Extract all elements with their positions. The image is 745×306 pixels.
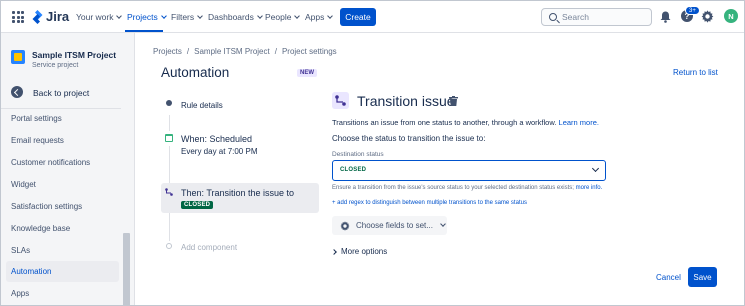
chevron-down-icon <box>591 164 600 173</box>
app-window: Jira Your work Projects Filters Dashboar… <box>0 0 745 306</box>
save-button[interactable]: Save <box>688 267 717 287</box>
app-name: Jira <box>46 9 70 24</box>
project-icon <box>11 50 25 64</box>
info-icon <box>166 100 172 106</box>
chevron-down-icon <box>440 221 446 227</box>
nav-label: Your work <box>76 12 114 22</box>
create-button[interactable]: Create <box>340 8 376 26</box>
chevron-down-icon <box>257 13 263 19</box>
breadcrumb-projects[interactable]: Projects <box>153 47 182 56</box>
trigger-title[interactable]: When: Scheduled <box>181 134 252 144</box>
sidebar-item-apps[interactable]: Apps <box>11 289 29 298</box>
user-avatar[interactable]: N <box>724 9 738 23</box>
active-nav-indicator <box>125 30 163 32</box>
sidebar-item-customer-notifications[interactable]: Customer notifications <box>11 158 90 167</box>
sidebar: Sample ITSM Project Service project Back… <box>1 33 135 305</box>
choose-status-label: Choose the status to transition the issu… <box>332 134 486 143</box>
chevron-down-icon <box>197 13 203 19</box>
more-options-toggle[interactable]: More options <box>331 247 388 256</box>
back-to-project-link[interactable]: Back to project <box>33 88 89 98</box>
action-title: Then: Transition the issue to <box>181 188 295 198</box>
detail-title: Transition issue <box>357 93 455 109</box>
detail-description: Transitions an issue from one status to … <box>332 118 599 127</box>
trigger-schedule: Every day at 7:00 PM <box>181 147 258 156</box>
nav-projects[interactable]: Projects <box>127 12 167 22</box>
destination-status-label: Destination status <box>332 151 384 158</box>
chevron-down-icon <box>294 13 301 19</box>
jira-logo-icon <box>32 9 43 24</box>
transition-hint: Ensure a transition from the issue's sou… <box>332 185 602 191</box>
search-input[interactable]: Search <box>541 8 652 26</box>
search-placeholder: Search <box>562 12 589 22</box>
sidebar-item-knowledge-base[interactable]: Knowledge base <box>11 224 70 233</box>
sidebar-item-slas[interactable]: SLAs <box>11 246 30 255</box>
destination-status-select[interactable]: CLOSED <box>332 160 606 181</box>
search-icon <box>549 13 557 21</box>
nav-dashboards[interactable]: Dashboards <box>208 12 263 22</box>
transition-icon <box>332 92 349 109</box>
back-arrow-icon[interactable] <box>11 86 23 98</box>
breadcrumb-project[interactable]: Sample ITSM Project <box>194 47 270 56</box>
status-lozenge: CLOSED <box>181 201 214 209</box>
breadcrumb-project-settings[interactable]: Project settings <box>282 47 337 56</box>
nav-label: Filters <box>171 12 195 22</box>
new-badge: NEW <box>297 69 317 77</box>
rule-details-link[interactable]: Rule details <box>181 101 223 110</box>
flow-connector <box>169 115 170 131</box>
page-title: Automation <box>161 65 230 80</box>
add-component-icon[interactable] <box>166 243 172 249</box>
nav-label: Dashboards <box>208 12 254 22</box>
learn-more-link[interactable]: Learn more. <box>559 118 599 127</box>
notification-badge: 3+ <box>685 6 700 15</box>
nav-filters[interactable]: Filters <box>171 12 203 22</box>
sidebar-item-widget[interactable]: Widget <box>11 180 36 189</box>
sidebar-item-automation[interactable]: Automation <box>11 267 51 276</box>
calendar-icon <box>165 134 173 142</box>
choose-fields-label: Choose fields to set... <box>356 221 433 230</box>
chevron-right-icon <box>331 248 337 255</box>
selected-status: CLOSED <box>340 167 367 173</box>
gear-icon <box>340 220 350 231</box>
nav-your-work[interactable]: Your work <box>76 12 123 22</box>
chevron-down-icon <box>160 13 167 19</box>
jira-logo[interactable]: Jira <box>32 9 69 24</box>
nav-apps[interactable]: Apps <box>305 12 334 22</box>
flow-connector <box>169 213 170 241</box>
breadcrumb-separator: / <box>186 47 190 56</box>
sidebar-item-portal-settings[interactable]: Portal settings <box>11 114 62 123</box>
sidebar-divider <box>1 108 121 109</box>
add-regex-link[interactable]: + add regex to distinguish between multi… <box>332 200 527 206</box>
top-nav: Jira Your work Projects Filters Dashboar… <box>1 1 744 33</box>
add-component-link[interactable]: Add component <box>181 243 237 252</box>
sidebar-item-email-requests[interactable]: Email requests <box>11 136 64 145</box>
trash-icon[interactable] <box>449 96 458 106</box>
more-info-link[interactable]: more info. <box>576 185 603 191</box>
nav-label: Apps <box>305 12 325 22</box>
project-name[interactable]: Sample ITSM Project <box>32 50 116 60</box>
notifications-icon[interactable] <box>660 11 671 23</box>
breadcrumb: Projects / Sample ITSM Project / Project… <box>153 47 337 56</box>
sidebar-item-satisfaction-settings[interactable]: Satisfaction settings <box>11 202 82 211</box>
settings-gear-icon[interactable] <box>701 10 714 23</box>
nav-label: Projects <box>127 12 158 22</box>
sidebar-scrollbar[interactable] <box>123 233 130 305</box>
cancel-button[interactable]: Cancel <box>656 273 681 282</box>
description-text: Transitions an issue from one status to … <box>332 118 557 127</box>
app-switcher-icon[interactable] <box>12 11 24 23</box>
nav-label: People <box>265 12 292 22</box>
transition-icon <box>165 188 173 196</box>
chevron-down-icon <box>327 13 334 19</box>
hint-text: Ensure a transition from the issue's sou… <box>332 185 574 191</box>
breadcrumb-separator: / <box>274 47 277 56</box>
more-options-label: More options <box>341 247 388 256</box>
chevron-down-icon <box>116 13 123 19</box>
project-type: Service project <box>32 62 79 69</box>
return-to-list-link[interactable]: Return to list <box>673 68 718 77</box>
choose-fields-button[interactable]: Choose fields to set... <box>332 216 447 235</box>
nav-people[interactable]: People <box>265 12 301 22</box>
flow-connector <box>169 146 170 184</box>
